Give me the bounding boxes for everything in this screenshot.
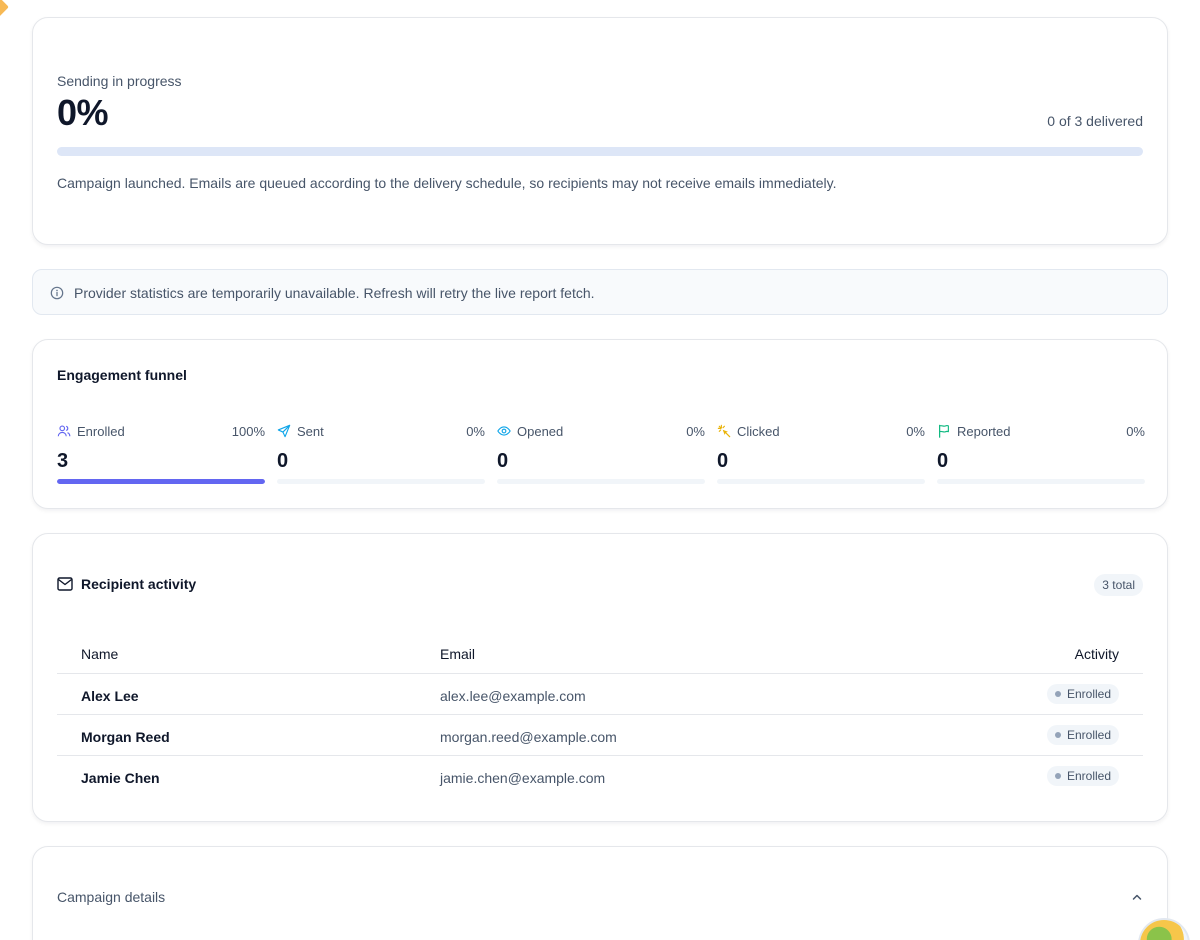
stage-bar bbox=[57, 479, 265, 484]
stage-label: Opened bbox=[517, 424, 564, 439]
flag-icon bbox=[939, 424, 949, 438]
stage-label: Reported bbox=[957, 424, 1011, 439]
column-header-activity[interactable]: Activity bbox=[1075, 646, 1119, 662]
progress-note: Campaign launched. Emails are queued acc… bbox=[57, 175, 837, 191]
stage-label: Clicked bbox=[737, 424, 780, 439]
activity-badge: Enrolled bbox=[1046, 766, 1119, 786]
campaign-details-card[interactable]: Campaign details bbox=[32, 846, 1168, 940]
campaign-details-title[interactable]: Campaign details bbox=[57, 889, 165, 905]
progress-label: Sending in progress bbox=[57, 73, 182, 89]
sparkle-click-icon bbox=[717, 424, 731, 438]
stage-label: Enrolled bbox=[77, 424, 125, 439]
activity-label: Enrolled bbox=[1066, 769, 1111, 783]
activity-badge: Enrolled bbox=[1046, 725, 1119, 745]
recipient-activity-card: Recipient activity 3 total Name Email Ac… bbox=[32, 533, 1168, 822]
column-header-email[interactable]: Email bbox=[440, 646, 475, 662]
activity-label: Enrolled bbox=[1066, 728, 1111, 742]
status-dot bbox=[1054, 773, 1061, 779]
table-header: Name Email Activity bbox=[57, 634, 1143, 674]
recipient-email: jamie.chen@example.com bbox=[440, 770, 606, 786]
stage-bar-fill bbox=[57, 479, 265, 484]
delivered-count: 0 of 3 delivered bbox=[1047, 113, 1143, 129]
status-dot bbox=[1054, 691, 1061, 697]
recipient-email: alex.lee@example.com bbox=[440, 688, 586, 704]
status-dot bbox=[1054, 732, 1061, 738]
stage-count: 0 bbox=[497, 450, 509, 472]
stage-percent: 0% bbox=[1126, 424, 1145, 439]
stage-bar bbox=[937, 479, 1145, 484]
table-row[interactable]: Jamie Chen jamie.chen@example.com Enroll… bbox=[57, 756, 1143, 797]
recipient-name: Morgan Reed bbox=[81, 729, 170, 745]
sending-progress-card: Sending in progress 0% 0 of 3 delivered … bbox=[32, 17, 1168, 245]
stage-count: 3 bbox=[57, 450, 69, 472]
stage-bar bbox=[277, 479, 485, 484]
progress-percent: 0% bbox=[57, 92, 109, 133]
funnel-stage-opened: Opened 0% 0 bbox=[497, 423, 705, 485]
stage-percent: 100% bbox=[231, 424, 265, 439]
provider-stats-alert: Provider statistics are temporarily unav… bbox=[32, 269, 1168, 315]
total-badge: 3 total bbox=[1094, 574, 1143, 596]
funnel-title: Engagement funnel bbox=[57, 367, 187, 383]
eye-icon bbox=[497, 426, 511, 436]
activity-badge: Enrolled bbox=[1046, 684, 1119, 704]
send-icon bbox=[277, 424, 291, 438]
chevron-up-icon[interactable] bbox=[1131, 891, 1143, 903]
recipient-email: morgan.reed@example.com bbox=[440, 729, 617, 745]
stage-percent: 0% bbox=[906, 424, 925, 439]
mail-icon bbox=[57, 577, 73, 591]
progress-bar bbox=[57, 147, 1143, 156]
stage-count: 0 bbox=[937, 450, 949, 472]
funnel-stage-reported: Reported 0% 0 bbox=[937, 423, 1145, 485]
stage-percent: 0% bbox=[466, 424, 485, 439]
funnel-stage-clicked: Clicked 0% 0 bbox=[717, 423, 925, 485]
engagement-funnel-card: Engagement funnel Enrolled 100% 3 Sent 0… bbox=[32, 339, 1168, 509]
recipients-table: Name Email Activity Alex Lee alex.lee@ex… bbox=[57, 634, 1143, 797]
users-icon bbox=[57, 425, 71, 437]
alert-text: Provider statistics are temporarily unav… bbox=[74, 285, 595, 301]
stage-bar bbox=[497, 479, 705, 484]
activity-label: Enrolled bbox=[1066, 687, 1111, 701]
stage-bar bbox=[717, 479, 925, 484]
stage-label: Sent bbox=[297, 424, 324, 439]
recipient-name: Alex Lee bbox=[81, 688, 139, 704]
recipient-name: Jamie Chen bbox=[81, 770, 160, 786]
corner-decoration bbox=[0, 0, 9, 17]
table-row[interactable]: Alex Lee alex.lee@example.com Enrolled bbox=[57, 674, 1143, 715]
stage-count: 0 bbox=[277, 450, 289, 472]
info-icon bbox=[50, 286, 64, 300]
stage-percent: 0% bbox=[686, 424, 705, 439]
stage-count: 0 bbox=[717, 450, 729, 472]
funnel-stage-sent: Sent 0% 0 bbox=[277, 423, 485, 485]
column-header-name[interactable]: Name bbox=[81, 646, 118, 662]
funnel-stage-enrolled: Enrolled 100% 3 bbox=[57, 423, 265, 485]
table-row[interactable]: Morgan Reed morgan.reed@example.com Enro… bbox=[57, 715, 1143, 756]
recipients-title: Recipient activity bbox=[81, 576, 197, 592]
